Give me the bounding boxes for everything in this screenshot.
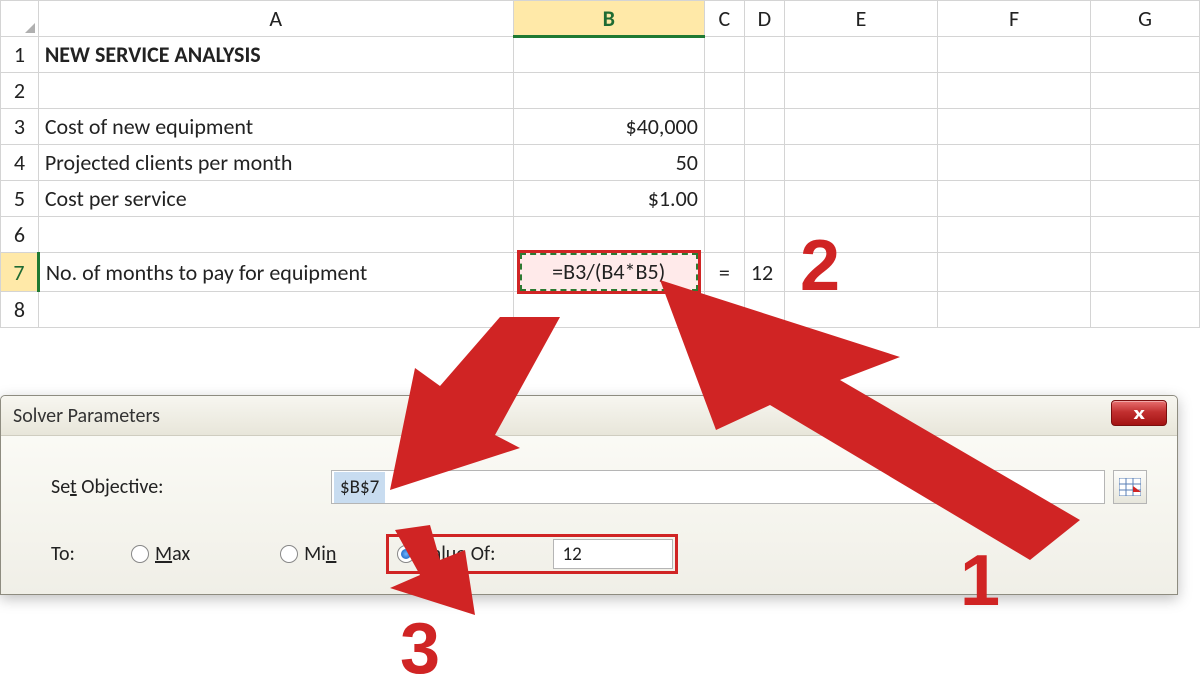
set-objective-input[interactable]: $B$7 [331,470,1105,504]
row-header-3[interactable]: 3 [1,109,39,145]
cell-C3[interactable] [704,109,744,145]
cell-E3[interactable] [784,109,937,145]
cell-A2[interactable] [38,73,513,109]
to-label: To: [51,542,131,566]
range-select-button[interactable] [1113,470,1147,504]
cell-B1[interactable] [513,37,704,73]
cell-B4[interactable]: 50 [513,145,704,181]
cell-F7[interactable] [938,253,1091,292]
solver-parameters-dialog: Solver Parameters x Set Objective: $B$7 … [0,395,1178,595]
col-header-A[interactable]: A [38,1,513,37]
annotation-number-2: 2 [800,225,840,307]
cell-E4[interactable] [784,145,937,181]
cell-G1[interactable] [1091,37,1200,73]
cell-A6[interactable] [38,217,513,253]
cell-F6[interactable] [938,217,1091,253]
cell-F3[interactable] [938,109,1091,145]
close-button[interactable]: x [1111,400,1167,426]
cell-G5[interactable] [1091,181,1200,217]
cell-A1[interactable]: NEW SERVICE ANALYSIS [38,37,513,73]
radio-icon [397,545,415,563]
cell-G4[interactable] [1091,145,1200,181]
cell-D8[interactable] [744,292,784,328]
dialog-title-text: Solver Parameters [13,404,160,428]
cell-E1[interactable] [784,37,937,73]
radio-min[interactable]: Min [280,542,336,566]
col-header-E[interactable]: E [784,1,937,37]
row-header-4[interactable]: 4 [1,145,39,181]
formula-text: =B3/(B4*B5) [520,253,698,291]
annotation-number-3: 3 [400,608,440,675]
col-header-D[interactable]: D [744,1,784,37]
spreadsheet-grid[interactable]: A B C D E F G 1 NEW SERVICE ANALYSIS 2 3… [0,0,1200,328]
radio-max[interactable]: Max [131,542,190,566]
row-header-7[interactable]: 7 [1,253,39,292]
cell-A8[interactable] [38,292,513,328]
cell-F5[interactable] [938,181,1091,217]
dialog-titlebar[interactable]: Solver Parameters x [1,396,1177,436]
row-header-5[interactable]: 5 [1,181,39,217]
radio-icon [280,545,298,563]
cell-B2[interactable] [513,73,704,109]
cell-F4[interactable] [938,145,1091,181]
cell-B7[interactable]: =B3/(B4*B5) [513,253,704,292]
cell-D3[interactable] [744,109,784,145]
row-header-8[interactable]: 8 [1,292,39,328]
col-header-F[interactable]: F [938,1,1091,37]
row-header-6[interactable]: 6 [1,217,39,253]
cell-F8[interactable] [938,292,1091,328]
set-objective-label: Set Objective: [51,475,331,499]
cell-C8[interactable] [704,292,744,328]
row-header-1[interactable]: 1 [1,37,39,73]
dialog-body: Set Objective: $B$7 To: Max Min [1,436,1177,594]
cell-E5[interactable] [784,181,937,217]
cell-D5[interactable] [744,181,784,217]
objective-value-text: $B$7 [334,472,385,503]
cell-B3[interactable]: $40,000 [513,109,704,145]
cell-D6[interactable] [744,217,784,253]
spreadsheet-ref-icon [1119,478,1141,496]
cell-A4[interactable]: Projected clients per month [38,145,513,181]
cell-A5[interactable]: Cost per service [38,181,513,217]
col-header-C[interactable]: C [704,1,744,37]
close-icon: x [1133,401,1145,425]
to-radio-group: Max Min Value Of: 12 [131,534,678,574]
col-header-B[interactable]: B [513,1,704,37]
cell-G2[interactable] [1091,73,1200,109]
radio-value-of[interactable]: Value Of: [397,542,495,566]
cell-G8[interactable] [1091,292,1200,328]
cell-C7[interactable]: = [704,253,744,292]
value-of-input[interactable]: 12 [553,539,673,569]
cell-A3[interactable]: Cost of new equipment [38,109,513,145]
cell-C2[interactable] [704,73,744,109]
cell-D4[interactable] [744,145,784,181]
cell-D7[interactable]: 12 [744,253,784,292]
cell-G6[interactable] [1091,217,1200,253]
select-all-corner[interactable] [1,1,39,37]
cell-C5[interactable] [704,181,744,217]
cell-G7[interactable] [1091,253,1200,292]
cell-E2[interactable] [784,73,937,109]
cell-A7[interactable]: No. of months to pay for equipment [38,253,513,292]
cell-D1[interactable] [744,37,784,73]
cell-B8[interactable] [513,292,704,328]
cell-B6[interactable] [513,217,704,253]
value-of-highlight: Value Of: 12 [386,534,678,574]
cell-C1[interactable] [704,37,744,73]
cell-C6[interactable] [704,217,744,253]
cell-C4[interactable] [704,145,744,181]
annotation-number-1: 1 [960,540,1000,622]
cell-D2[interactable] [744,73,784,109]
row-header-2[interactable]: 2 [1,73,39,109]
cell-B5[interactable]: $1.00 [513,181,704,217]
cell-G3[interactable] [1091,109,1200,145]
cell-F1[interactable] [938,37,1091,73]
cell-F2[interactable] [938,73,1091,109]
col-header-G[interactable]: G [1091,1,1200,37]
radio-icon [131,545,149,563]
